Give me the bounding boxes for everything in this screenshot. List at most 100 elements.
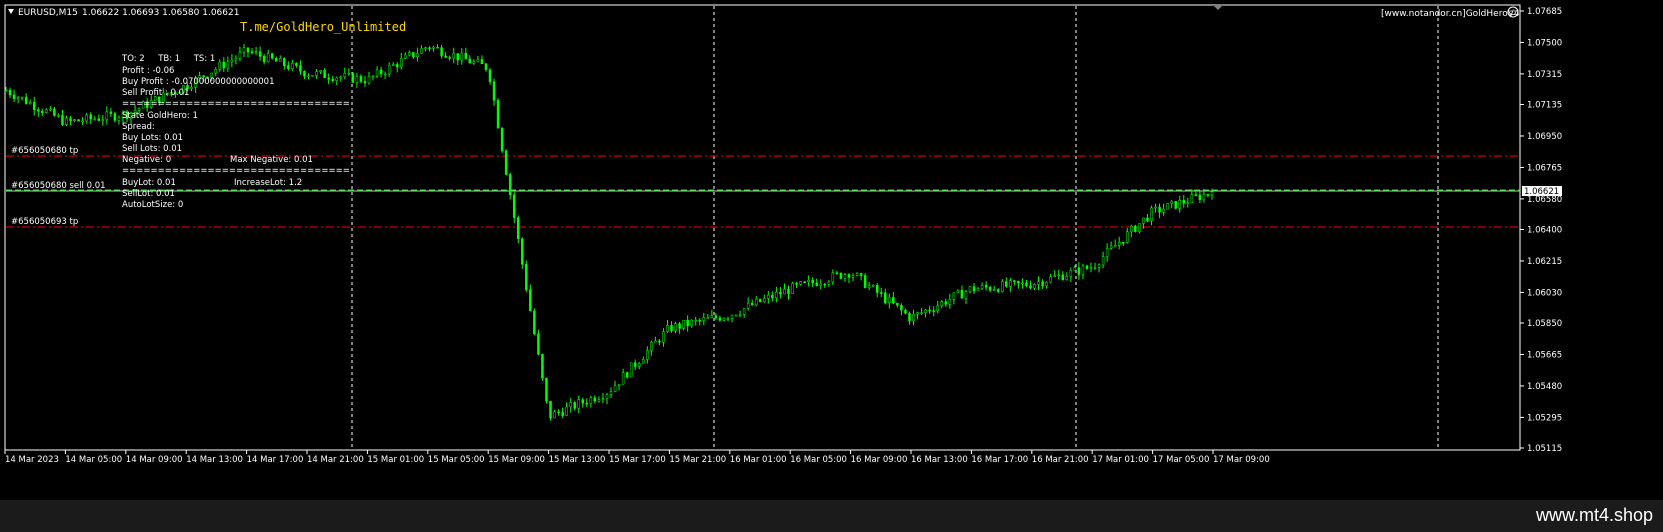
candle-body [1198, 194, 1202, 201]
candle-body [101, 119, 105, 121]
chart-area[interactable]: EURUSD,M15 1.06622 1.06693 1.06580 1.066… [0, 0, 1663, 500]
candle-body [799, 281, 802, 285]
candle-body [1049, 276, 1052, 283]
footer-bar: www.mt4.shop [0, 500, 1663, 532]
candle-body [924, 309, 927, 313]
candle-body [387, 65, 391, 75]
candle-body [460, 52, 464, 61]
candle-body [379, 69, 383, 75]
candle-body [311, 75, 314, 77]
panel-negative: Negative: 0 [122, 155, 171, 165]
candle-body [654, 340, 657, 343]
candle-body [650, 342, 653, 351]
candle-body [395, 64, 399, 68]
candle-body [1073, 267, 1077, 271]
candle-body [621, 372, 625, 385]
candle-body [347, 72, 351, 75]
candle-body [577, 399, 580, 409]
candle-body [964, 291, 968, 299]
candle-body [714, 315, 718, 319]
panel-separator: ================================ [122, 166, 350, 176]
candle-body [835, 272, 839, 275]
candle-body [238, 51, 242, 59]
time-tick-label: 17 Mar 09:00 [1213, 455, 1270, 465]
price-axis[interactable]: 1.07685 1.07500 1.07315 1.07135 1.06950 1.067… [1520, 7, 1562, 454]
candle-body [218, 62, 222, 70]
candle-body [113, 113, 117, 121]
price-tick-label: 1.07315 [1527, 70, 1562, 80]
candle-body [266, 53, 270, 62]
candle-body [456, 53, 459, 61]
candle-body [331, 79, 334, 81]
candle-body [851, 275, 855, 278]
candle-body [593, 397, 597, 402]
candle-body [771, 294, 774, 299]
candle-body [37, 109, 40, 112]
candle-body [404, 54, 407, 59]
watermark-text: T.me/GoldHero_Unlimited [240, 20, 406, 34]
order-label-sell[interactable]: #656050680 sell 0.01 [11, 181, 106, 191]
candle-body [234, 57, 238, 61]
candle-body [270, 53, 274, 59]
candle-body [827, 281, 831, 285]
shift-marker-icon[interactable] [1213, 5, 1223, 10]
candle-body [1081, 265, 1085, 275]
candle-body [916, 312, 919, 315]
candle-body [1210, 191, 1214, 196]
candle-body [1150, 207, 1153, 222]
candle-body [65, 118, 68, 125]
candle-body [363, 81, 367, 84]
candle-body [323, 70, 326, 79]
candle-body [452, 53, 455, 59]
time-tick-label: 14 Mar 2023 [5, 455, 59, 465]
candle-body [1093, 267, 1097, 269]
chart-menu-arrow-icon[interactable] [8, 9, 14, 14]
candle-body [553, 411, 556, 419]
candle-body [759, 298, 762, 302]
time-axis[interactable]: 14 Mar 2023 14 Mar 05:00 14 Mar 09:00 14 Ma… [4, 450, 1270, 465]
candle-body [783, 288, 786, 295]
candle-body [521, 238, 524, 265]
panel-sell-lot: SellLot: 0.01 [122, 189, 175, 199]
candle-body [1021, 282, 1024, 285]
time-tick-label: 15 Mar 13:00 [549, 455, 606, 465]
candle-body [565, 406, 568, 416]
candle-body [512, 194, 516, 218]
time-tick-label: 16 Mar 17:00 [971, 455, 1028, 465]
candle-body [859, 273, 863, 276]
chart-svg[interactable]: EURUSD,M15 1.06622 1.06693 1.06580 1.066… [0, 0, 1663, 500]
candle-body [1142, 217, 1145, 224]
candle-body [32, 102, 36, 111]
candle-body [658, 340, 661, 343]
candle-body [1122, 241, 1125, 244]
time-tick-label: 15 Mar 17:00 [609, 455, 666, 465]
candle-body [109, 111, 113, 114]
candle-body [875, 284, 879, 293]
candle-body [920, 312, 923, 314]
candle-body [1162, 208, 1165, 213]
candle-body [1170, 201, 1173, 204]
candle-body [258, 51, 262, 57]
candle-body [1117, 241, 1121, 246]
candle-body [246, 47, 250, 53]
candle-body [432, 46, 435, 49]
time-tick-label: 14 Mar 17:00 [247, 455, 304, 465]
candle-body [1077, 267, 1081, 275]
panel-max-negative: Max Negative: 0.01 [230, 155, 313, 165]
candle-body [69, 118, 72, 121]
candle-body [488, 69, 492, 83]
candle-body [871, 284, 875, 287]
candle-body [41, 110, 44, 113]
candle-body [718, 317, 722, 321]
candle-body [1182, 200, 1186, 204]
candle-body [694, 319, 697, 322]
candle-body [996, 289, 1000, 292]
candle-body [1029, 285, 1032, 289]
order-label-tp[interactable]: #656050680 tp [11, 146, 78, 156]
candle-body [1101, 256, 1105, 266]
candle-body [706, 317, 710, 319]
candle-body [57, 115, 60, 117]
candle-body [541, 353, 544, 379]
candle-body [972, 286, 976, 292]
order-label-tp[interactable]: #656050693 tp [11, 217, 78, 227]
